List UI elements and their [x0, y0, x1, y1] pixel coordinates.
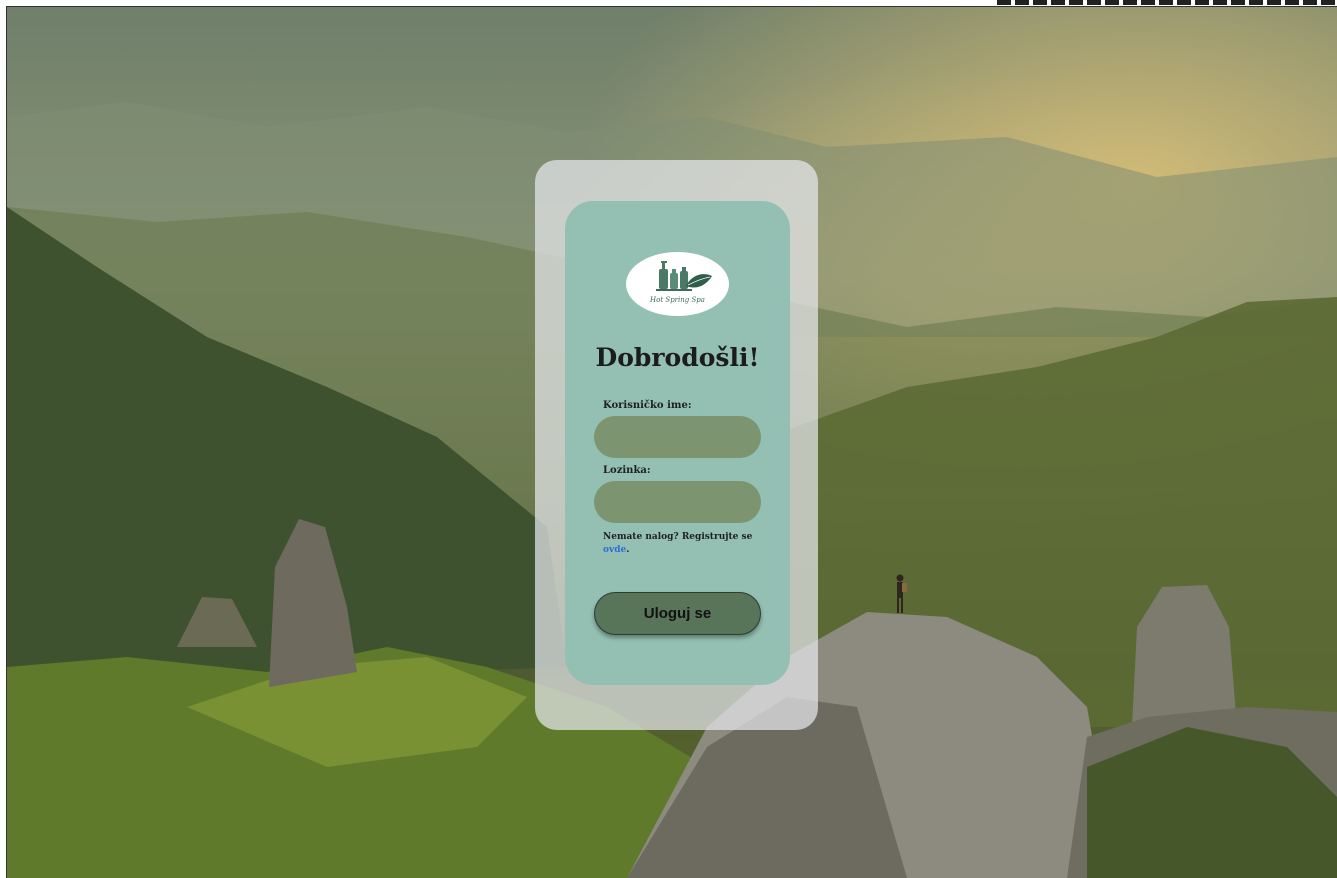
logo-text: Hot Spring Spa	[650, 296, 705, 304]
username-input[interactable]	[594, 416, 761, 458]
welcome-title: Dobrodošli!	[595, 343, 760, 372]
username-label: Korisničko ime:	[603, 400, 692, 411]
register-prompt: Nemate nalog? Registrujte se ovde.	[603, 531, 753, 557]
password-input[interactable]	[594, 481, 761, 523]
page: Hot Spring Spa Dobrodošli! Korisničko im…	[0, 0, 1337, 878]
register-link[interactable]: ovde	[603, 545, 626, 555]
register-prompt-text: Nemate nalog? Registrujte se	[603, 532, 753, 542]
spa-bottles-leaf-icon	[656, 261, 712, 291]
top-edge-strip	[997, 0, 1337, 5]
spa-logo: Hot Spring Spa	[626, 252, 729, 316]
password-label: Lozinka:	[603, 465, 651, 476]
login-button[interactable]: Uloguj se	[594, 592, 761, 635]
register-prompt-end: .	[626, 545, 630, 555]
